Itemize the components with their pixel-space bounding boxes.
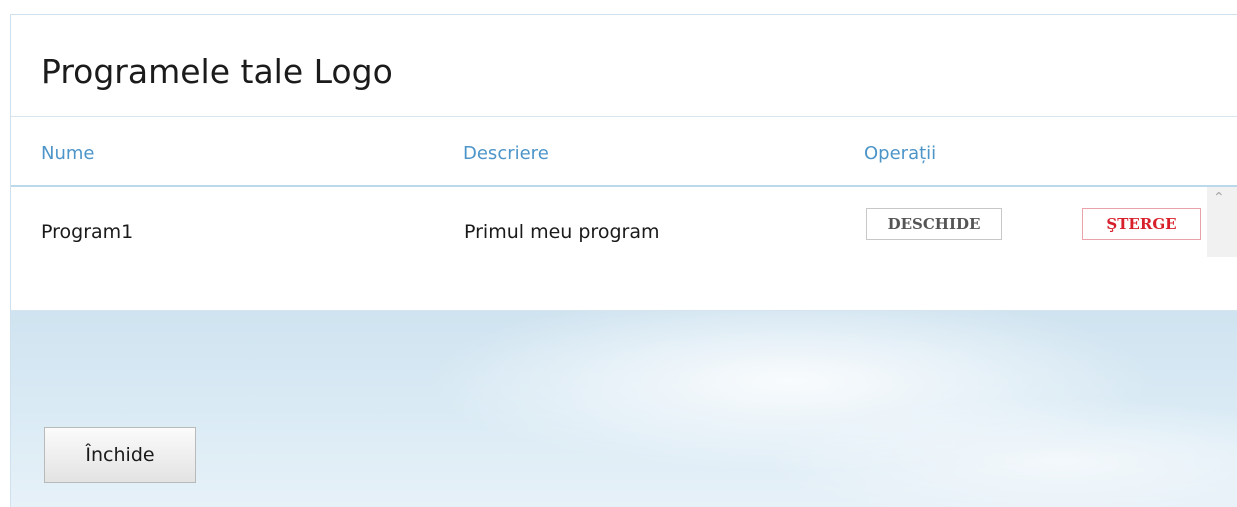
column-header-operations: Operații [864, 143, 937, 164]
dialog-header: Programele tale Logo [11, 15, 1237, 117]
delete-program-button[interactable]: ŞTERGE [1082, 208, 1201, 240]
column-header-description: Descriere [463, 143, 549, 164]
table-body: Program1 Primul meu program DESCHIDE ŞTE… [11, 187, 1237, 311]
close-button[interactable]: Închide [44, 427, 196, 483]
table-scrollbar[interactable]: ⌃ [1207, 187, 1237, 257]
table-row: Program1 Primul meu program DESCHIDE ŞTE… [11, 187, 1207, 257]
program-description-cell: Primul meu program [464, 221, 660, 243]
program-name-cell: Program1 [41, 221, 134, 243]
chevron-up-icon[interactable]: ⌃ [1213, 190, 1225, 206]
table-header: Nume Descriere Operații [11, 117, 1237, 187]
open-program-button[interactable]: DESCHIDE [866, 208, 1002, 240]
dialog-footer: Închide [11, 311, 1237, 507]
column-header-name: Nume [41, 143, 95, 164]
dialog-title: Programele tale Logo [41, 52, 393, 91]
programs-dialog: Programele tale Logo Nume Descriere Oper… [10, 14, 1237, 507]
